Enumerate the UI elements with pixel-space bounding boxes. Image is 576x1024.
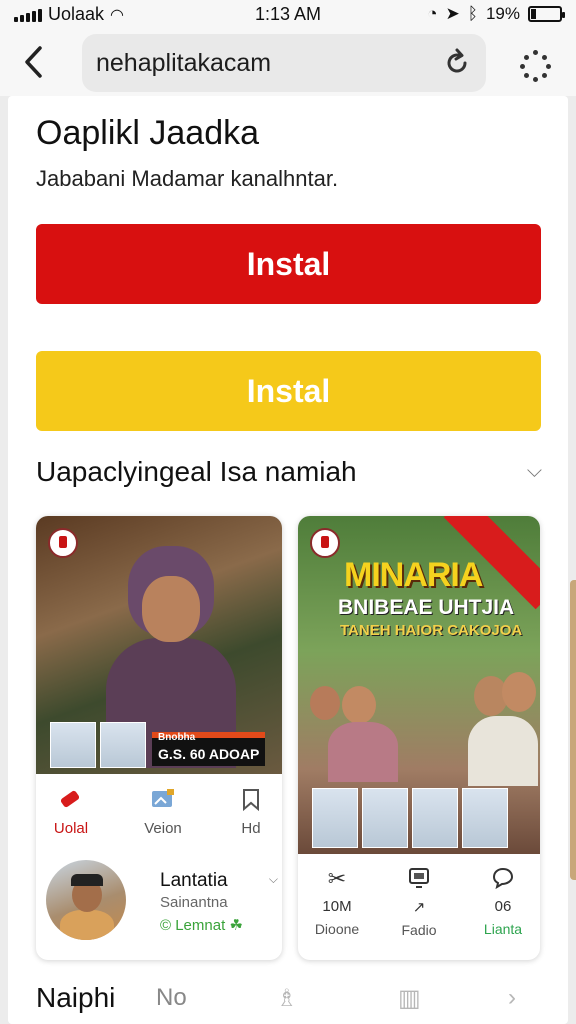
page-title: Oaplikl Jaadka: [36, 114, 260, 152]
channel-name[interactable]: Lantatia: [160, 870, 228, 892]
action-fadio[interactable]: ↗ Fadio: [384, 866, 454, 938]
video-thumbnail[interactable]: Bnobha G.S. 60 ADOAP: [36, 516, 282, 774]
action-veion[interactable]: Veion: [128, 788, 198, 837]
tag-icon: [36, 788, 106, 814]
poster-tagline: TANEH HAIOR CAKOJOA: [340, 622, 523, 639]
action-hd[interactable]: Hd: [226, 788, 276, 837]
reload-icon[interactable]: [442, 48, 472, 78]
clover-icon: ☘: [229, 917, 243, 934]
video-card[interactable]: Bnobha G.S. 60 ADOAP Uolal Veion Hd Lant…: [36, 516, 282, 960]
more-dots-icon[interactable]: [520, 50, 551, 82]
video-card[interactable]: MINARIA BNIBEAE UHTJIA TANEH HAIOR CAKOJ…: [298, 516, 540, 960]
channel-logo-icon: [48, 528, 78, 558]
comment-icon: [468, 866, 538, 892]
cast-icon: [384, 866, 454, 892]
bottom-nav-title[interactable]: Naiphi: [36, 982, 115, 1014]
inset-image: [412, 788, 458, 848]
chevron-down-icon[interactable]: ⌵: [527, 460, 542, 483]
browser-toolbar: nehaplitakacam: [0, 30, 576, 96]
channel-row[interactable]: Lantatia Sainantna © Lemnat ☘ ⌵: [46, 860, 282, 940]
bluetooth-icon: ᛒ: [467, 4, 478, 23]
poster-title: MINARIA: [344, 556, 483, 594]
bottom-nav-item-label: No: [156, 984, 187, 1011]
bookmark-icon: [226, 788, 276, 814]
video-thumbnail[interactable]: MINARIA BNIBEAE UHTJIA TANEH HAIOR CAKOJ…: [298, 516, 540, 854]
channel-subtitle: Sainantna: [160, 894, 228, 911]
thumbnail-caption-tag: Bnobha: [158, 732, 196, 743]
section-header: Uapaclyingeal Isa namiah: [36, 456, 357, 487]
battery-percent: 19%: [485, 4, 520, 23]
action-label: Dioone: [314, 921, 360, 937]
image-edit-icon: [128, 788, 198, 814]
channel-logo-icon: [310, 528, 340, 558]
stat-value: 06: [494, 898, 512, 915]
thumbnail-crowd: [298, 672, 540, 796]
bottom-nav: Naiphi No ♗ ▥ ›: [8, 976, 568, 1024]
status-bar: Uolaak ◠ 1:13 AM ◔ ➤ ᛒ 19%: [0, 0, 576, 30]
battery-icon: [528, 6, 565, 22]
action-lianta[interactable]: 06 Lianta: [468, 866, 538, 937]
thumbnail-insets: [312, 788, 508, 848]
install-button-secondary[interactable]: Instal: [36, 351, 541, 431]
action-label: Uolal: [53, 820, 89, 837]
scissors-icon: ✂: [327, 866, 347, 891]
location-icon: ➤: [445, 4, 460, 23]
thumbnail-insets: [50, 722, 146, 768]
action-label: Hd: [241, 820, 261, 837]
alarm-icon: ◔: [427, 4, 438, 23]
install-button-primary[interactable]: Instal: [36, 224, 541, 304]
url-text[interactable]: nehaplitakacam: [96, 49, 271, 78]
chevron-right-icon[interactable]: ›: [508, 984, 516, 1012]
back-button[interactable]: [20, 44, 60, 82]
avatar[interactable]: [46, 860, 126, 940]
stat-value: ↗: [412, 899, 426, 916]
action-label: Lianta: [483, 921, 523, 937]
battery-level: [531, 9, 537, 19]
thumbnail-caption-text: G.S. 60 ADOAP: [158, 746, 260, 762]
inset-image: [312, 788, 358, 848]
channel-status: © Lemnat ☘: [160, 916, 243, 934]
inset-image: [100, 722, 146, 768]
action-label: Fadio: [401, 922, 437, 938]
page-subtitle: Jababani Madamar kanalhntar.: [36, 166, 339, 191]
bottom-nav-item[interactable]: No: [156, 984, 187, 1012]
channel-status-text: © Lemnat: [160, 917, 226, 934]
book-icon[interactable]: ▥: [398, 984, 421, 1013]
people-icon[interactable]: ♗: [276, 984, 298, 1013]
card-actions: Uolal Veion Hd: [36, 788, 282, 848]
thumbnail-caption: Bnobha G.S. 60 ADOAP: [152, 732, 266, 766]
stat-value: 10M: [322, 898, 352, 915]
adjacent-card-edge: [570, 580, 576, 880]
inset-image: [50, 722, 96, 768]
card-stats: ✂ 10M Dioone ↗ Fadio 06 Lianta: [298, 866, 540, 952]
inset-image: [462, 788, 508, 848]
channel-more-icon[interactable]: ⌵: [269, 872, 278, 887]
chevron-left-icon: [25, 46, 42, 78]
action-uolal[interactable]: Uolal: [36, 788, 106, 837]
action-label: Veion: [144, 820, 182, 837]
action-dioone[interactable]: ✂ 10M Dioone: [302, 866, 372, 937]
status-right: ◔ ➤ ᛒ 19%: [427, 4, 565, 24]
page-content: Oaplikl Jaadka Jababani Madamar kanalhnt…: [8, 96, 568, 1024]
inset-image: [362, 788, 408, 848]
address-bar[interactable]: nehaplitakacam: [82, 34, 486, 92]
poster-subtitle: BNIBEAE UHTJIA: [338, 596, 515, 619]
